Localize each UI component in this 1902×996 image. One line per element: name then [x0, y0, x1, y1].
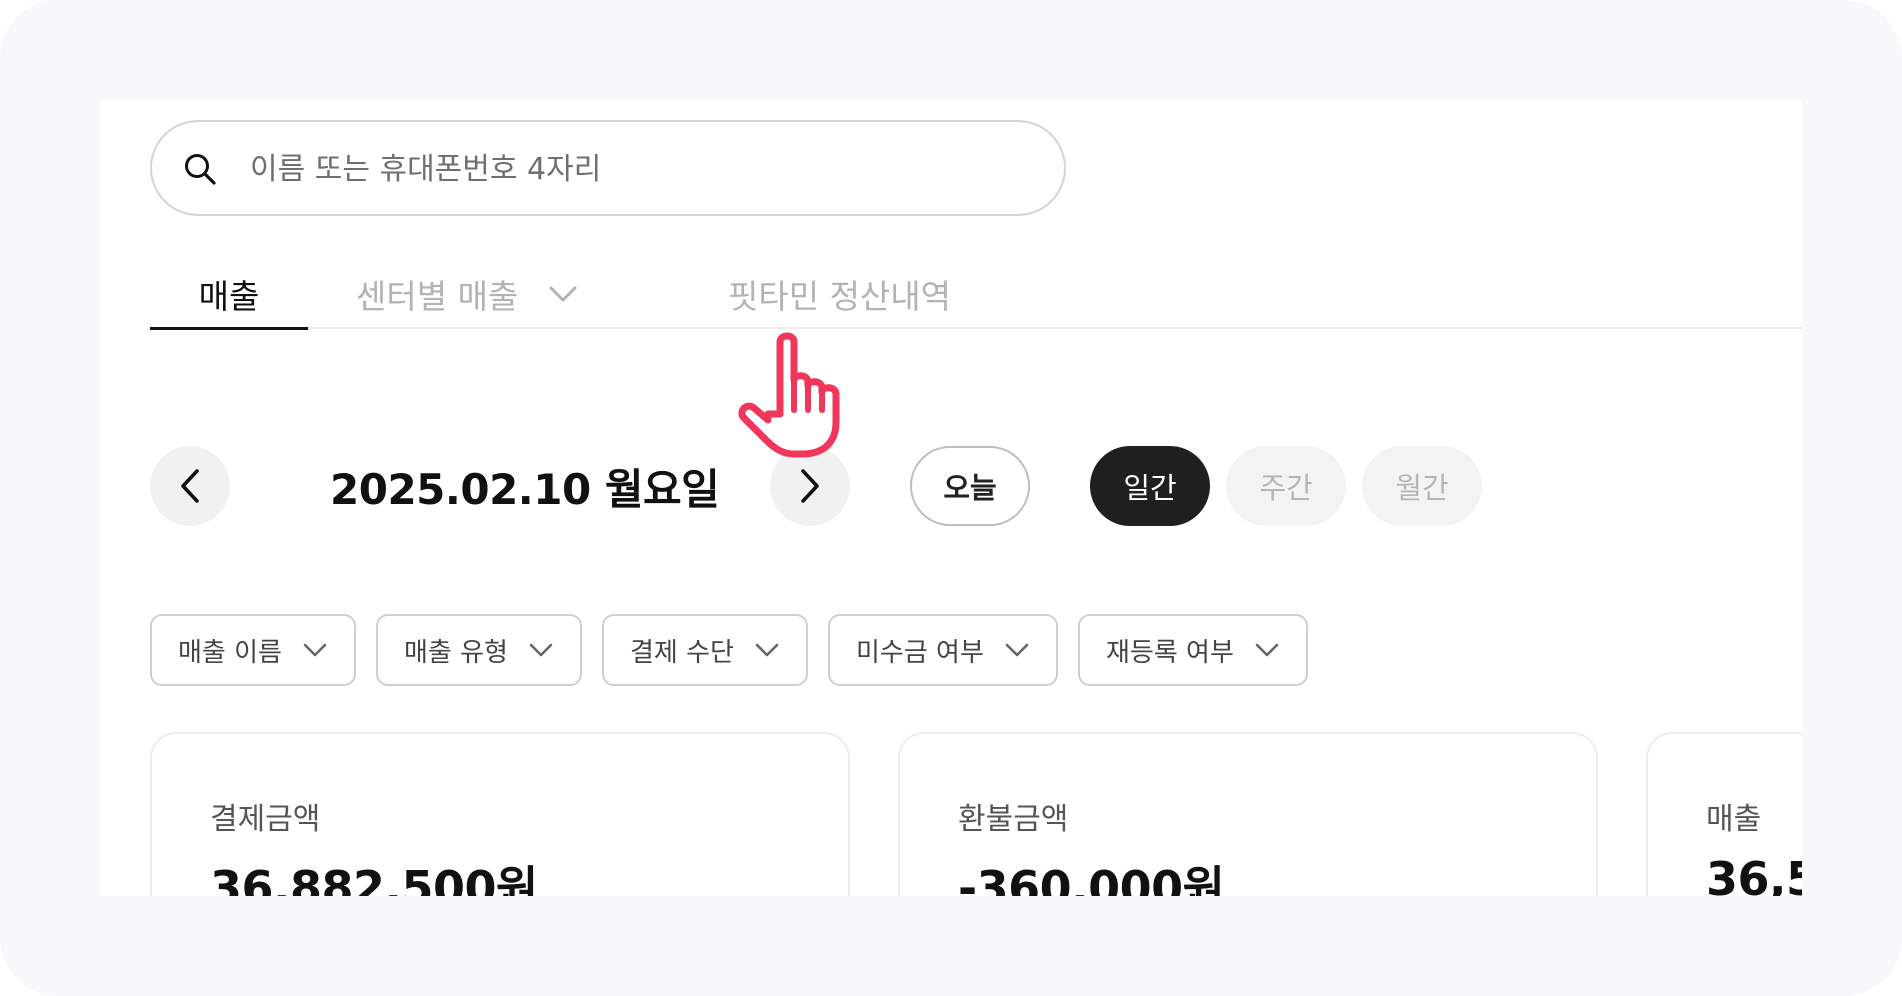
filter-sales-name-label: 매출 이름	[178, 637, 282, 668]
tab-fitamin-settlement[interactable]: 핏타민 정산내역	[728, 260, 951, 328]
chevron-down-icon	[1005, 643, 1029, 657]
search-icon	[185, 154, 216, 185]
summary-card-refund: 환불금액 -360,000원	[898, 732, 1598, 896]
summary-card-payment: 결제금액 36,882,500원	[150, 732, 850, 896]
period-weekly-button[interactable]: 주간	[1226, 446, 1346, 526]
search-input[interactable]	[248, 142, 1012, 196]
page-canvas: 매출 센터별 매출 핏타민 정산내역 2025.02.10 월요일	[100, 100, 1802, 896]
chevron-down-icon	[755, 643, 779, 657]
today-button[interactable]: 오늘	[910, 446, 1030, 526]
period-monthly-button[interactable]: 월간	[1362, 446, 1482, 526]
card-value: 36,5	[1706, 852, 1802, 896]
filter-sales-type[interactable]: 매출 유형	[376, 614, 582, 686]
chevron-down-icon	[303, 643, 327, 657]
filter-reregistration[interactable]: 재등록 여부	[1078, 614, 1308, 686]
filter-sales-name[interactable]: 매출 이름	[150, 614, 356, 686]
chevron-down-icon	[1255, 643, 1279, 657]
tab-sales-label: 매출	[198, 277, 260, 316]
card-value: -360,000원	[958, 861, 1225, 896]
period-daily-button[interactable]: 일간	[1090, 446, 1210, 526]
tab-center-sales[interactable]: 센터별 매출	[356, 260, 578, 328]
card-value: 36,882,500원	[210, 861, 538, 896]
tab-sales[interactable]: 매출	[150, 260, 308, 330]
filter-unpaid[interactable]: 미수금 여부	[828, 614, 1058, 686]
prev-date-button[interactable]	[150, 446, 230, 526]
filter-payment-method[interactable]: 결제 수단	[602, 614, 808, 686]
chevron-down-icon	[549, 286, 577, 302]
active-tab-indicator	[150, 327, 308, 330]
card-label: 결제금액	[210, 802, 321, 837]
filter-unpaid-label: 미수금 여부	[856, 637, 984, 668]
tab-bar: 매출 센터별 매출 핏타민 정산내역	[150, 260, 1802, 370]
card-label: 환불금액	[958, 802, 1069, 837]
chevron-left-icon	[181, 469, 199, 503]
screenshot-frame: 매출 센터별 매출 핏타민 정산내역 2025.02.10 월요일	[0, 0, 1902, 996]
current-date: 2025.02.10 월요일	[330, 464, 720, 514]
filter-reregistration-label: 재등록 여부	[1106, 637, 1234, 668]
chevron-right-icon	[801, 469, 819, 503]
filter-sales-type-label: 매출 유형	[404, 637, 508, 668]
card-label: 매출	[1706, 802, 1762, 837]
pointer-hand-icon	[738, 332, 840, 458]
tab-fitamin-settlement-label: 핏타민 정산내역	[728, 277, 952, 316]
summary-card-sales: 매출 36,5	[1646, 732, 1802, 896]
search-bar[interactable]	[150, 120, 1066, 216]
tab-center-sales-label: 센터별 매출	[356, 277, 519, 316]
filter-payment-method-label: 결제 수단	[630, 637, 734, 668]
chevron-down-icon	[529, 643, 553, 657]
